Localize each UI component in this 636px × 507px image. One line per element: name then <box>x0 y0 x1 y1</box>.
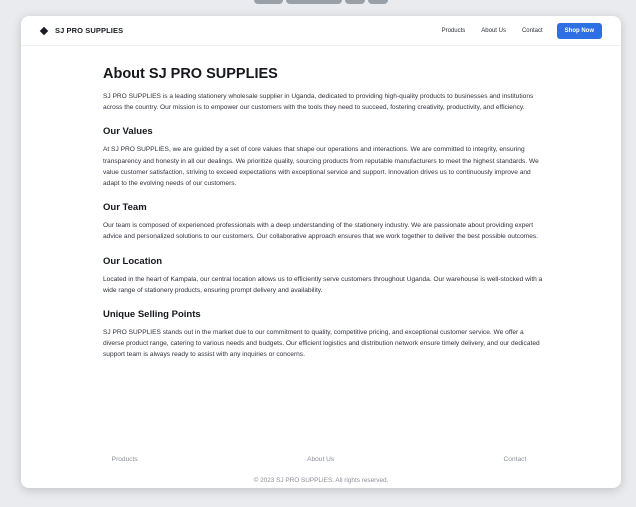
brand[interactable]: SJ PRO SUPPLIES <box>40 26 123 35</box>
browser-tab[interactable] <box>286 0 342 4</box>
footer-link-products[interactable]: Products <box>112 456 138 463</box>
shop-now-button[interactable]: Shop Now <box>556 22 602 39</box>
section-heading-team: Our Team <box>103 202 147 214</box>
navbar: SJ PRO SUPPLIES Products About Us Contac… <box>21 16 621 46</box>
copyright-text: © 2023 SJ PRO SUPPLIES. All rights reser… <box>253 477 389 484</box>
diamond-logo-icon <box>40 27 48 35</box>
section-body-values: At SJ PRO SUPPLIES, we are guided by a s… <box>103 146 539 188</box>
nav-link-about-us[interactable]: About Us <box>481 28 506 34</box>
page-title: About SJ PRO SUPPLIES <box>103 66 278 82</box>
section-body-usp: SJ PRO SUPPLIES stands out in the market… <box>103 329 540 359</box>
browser-tab[interactable] <box>345 0 365 4</box>
footer-links: Products About Us Contact <box>21 456 621 463</box>
nav-links: Products About Us Contact Shop Now <box>426 22 602 39</box>
browser-tab[interactable] <box>368 0 388 4</box>
section-heading-values: Our Values <box>103 126 153 138</box>
browser-tab[interactable] <box>254 0 283 4</box>
section-body-team: Our team is composed of experienced prof… <box>103 222 539 241</box>
nav-link-contact[interactable]: Contact <box>522 28 543 34</box>
footer: Products About Us Contact © 2023 SJ PRO … <box>21 456 621 484</box>
intro-paragraph: SJ PRO SUPPLIES is a leading stationery … <box>103 93 534 112</box>
page-window: SJ PRO SUPPLIES Products About Us Contac… <box>21 16 621 488</box>
browser-tab-strip <box>254 0 388 4</box>
nav-link-products[interactable]: Products <box>442 28 466 34</box>
footer-link-contact[interactable]: Contact <box>504 456 527 463</box>
footer-link-about-us[interactable]: About Us <box>307 456 334 463</box>
section-heading-usp: Unique Selling Points <box>103 309 201 321</box>
brand-name: SJ PRO SUPPLIES <box>55 26 124 35</box>
main-content: About SJ PRO SUPPLIES SJ PRO SUPPLIES is… <box>21 46 543 361</box>
section-heading-location: Our Location <box>103 255 163 267</box>
section-body-location: Located in the heart of Kampala, our cen… <box>103 275 543 294</box>
